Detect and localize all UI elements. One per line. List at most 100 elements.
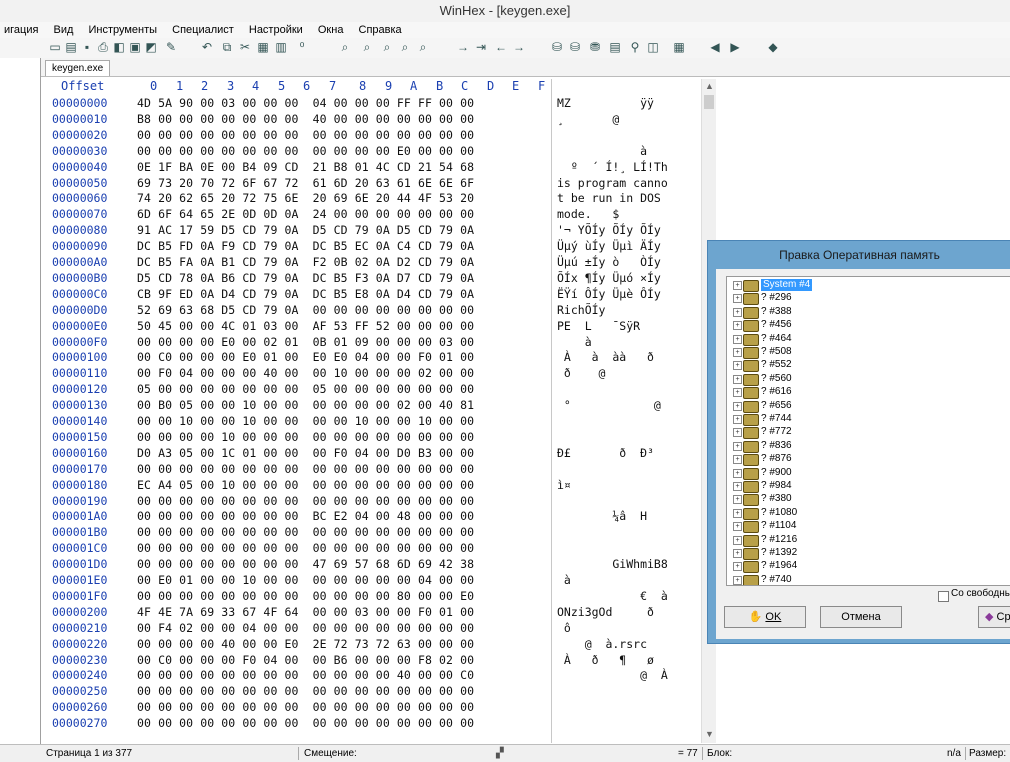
hex-row[interactable]: 00000030 00 00 00 00 00 00 00 00 00 00 00… [41,143,701,159]
open-disk-icon[interactable]: ◩ [144,40,158,54]
open-file-icon[interactable]: ▤ [64,40,78,54]
row-bytes[interactable]: 74 20 62 65 20 72 75 6E 20 69 6E 20 44 4… [137,190,474,206]
expand-icon[interactable]: + [733,455,742,465]
hex-row[interactable]: 00000050 69 73 20 70 72 6F 67 72 61 6D 20… [41,175,701,191]
row-ascii[interactable]: GiWhmiB8 [557,556,667,572]
row-ascii[interactable]: Ð£ ð Ð³ [557,445,654,461]
row-bytes[interactable]: 00 00 00 00 00 00 00 00 00 00 00 00 00 0… [137,699,474,715]
hex-row[interactable]: 000001D0 00 00 00 00 00 00 00 00 47 69 57… [41,556,701,572]
expand-icon[interactable]: + [733,321,742,331]
expand-icon[interactable]: + [733,508,742,518]
row-bytes[interactable]: 00 00 00 00 10 00 00 00 00 00 00 00 00 0… [137,429,474,445]
row-ascii[interactable]: ô [557,620,571,636]
forward-icon[interactable]: → [512,40,526,54]
hex-row[interactable]: 00000010 B8 00 00 00 00 00 00 00 40 00 00… [41,111,701,127]
row-bytes[interactable]: CB 9F ED 0A D4 CD 79 0A DC B5 E8 0A D4 C… [137,286,474,302]
replace-hex-icon[interactable]: ⌕ [398,40,412,54]
row-bytes[interactable]: D5 CD 78 0A B6 CD 79 0A DC B5 F3 0A D7 C… [137,270,474,286]
hex-row[interactable]: 00000230 00 C0 00 00 00 F0 04 00 00 B6 00… [41,652,701,668]
row-ascii[interactable]: à [557,572,571,588]
chip-icon[interactable]: ▦ [672,40,686,54]
hex-row[interactable]: 00000070 6D 6F 64 65 2E 0D 0D 0A 24 00 00… [41,206,701,222]
expand-icon[interactable]: + [733,522,742,532]
expand-icon[interactable]: + [733,361,742,371]
expand-icon[interactable]: + [733,428,742,438]
hex-row[interactable]: 00000080 91 AC 17 59 D5 CD 79 0A D5 CD 79… [41,222,701,238]
row-ascii[interactable]: is program canno [557,175,668,191]
find-hex-icon[interactable]: ⌕ [380,40,394,54]
hex-row[interactable]: 00000100 00 C0 00 00 00 E0 01 00 E0 E0 04… [41,349,701,365]
hex-row[interactable]: 00000180 EC A4 05 00 10 00 00 00 00 00 00… [41,477,701,493]
expand-icon[interactable]: + [733,294,742,304]
find-next-icon[interactable]: ⌕ [416,40,430,54]
ram-edit-icon[interactable]: ⛁ [568,40,582,54]
row-bytes[interactable]: 00 00 00 00 00 00 00 00 00 00 00 00 00 0… [137,493,474,509]
expand-icon[interactable]: + [733,348,742,357]
row-bytes[interactable]: 00 E0 01 00 00 10 00 00 00 00 00 00 00 0… [137,572,474,588]
hex-row[interactable]: 00000140 00 00 10 00 00 10 00 00 00 00 10… [41,413,701,429]
expand-icon[interactable]: + [733,307,742,317]
process-tree[interactable]: + System #4 + ? #296 + ? #388 + ? #456 + ? #464 +?… [726,276,1010,586]
menu-tools[interactable]: Инструменты [88,24,157,36]
hex-row[interactable]: 000000F0 00 00 00 00 E0 00 02 01 0B 01 09… [41,334,701,350]
row-ascii[interactable]: Üµú ±Íy ò ÒÍy [557,254,661,270]
properties-icon[interactable]: ◧ [112,40,126,54]
scroll-down-icon[interactable]: ▼ [705,729,714,739]
row-bytes[interactable]: 05 00 00 00 00 00 00 00 05 00 00 00 00 0… [137,381,474,397]
hex-row[interactable]: 00000110 00 F0 04 00 00 00 40 00 00 10 00… [41,365,701,381]
row-bytes[interactable]: 00 C0 00 00 00 F0 04 00 00 B6 00 00 00 F… [137,652,474,668]
menu-windows[interactable]: Окна [318,24,344,36]
cut-icon[interactable]: ✂ [238,40,252,54]
disk-edit-icon[interactable]: ⛁ [550,40,564,54]
hex-row[interactable]: 00000060 74 20 62 65 20 72 75 6E 20 69 6E… [41,190,701,206]
tab-keygen-exe[interactable]: keygen.exe [45,60,111,76]
row-bytes[interactable]: 0E 1F BA 0E 00 B4 09 CD 21 B8 01 4C CD 2… [137,159,474,175]
row-ascii[interactable]: à [557,334,592,350]
help-book-icon[interactable]: ◆ [766,40,780,54]
expand-icon[interactable]: + [733,374,742,384]
hex-row[interactable]: 00000000 4D 5A 90 00 03 00 00 00 04 00 00… [41,95,701,111]
edit-icon[interactable]: ✎ [164,40,178,54]
expand-icon[interactable]: + [733,535,742,545]
row-ascii[interactable]: PE L ¯SÿR [557,318,640,334]
row-ascii[interactable]: '¬ YÕÍy ÕÍy ÕÍy [557,222,661,238]
replace-text-icon[interactable]: ⌕ [360,40,374,54]
row-bytes[interactable]: 91 AC 17 59 D5 CD 79 0A D5 CD 79 0A D5 C… [137,222,474,238]
row-ascii[interactable]: ËŸí ÔÍy Üµè ÔÍy [557,286,661,302]
row-bytes[interactable]: 00 00 00 00 00 00 00 00 BC E2 04 00 48 0… [137,508,474,524]
menu-navigation[interactable]: игация [4,24,38,36]
hex-row[interactable]: 000000B0 D5 CD 78 0A B6 CD 79 0A DC B5 F3… [41,270,701,286]
row-ascii[interactable]: ONzi3gOd ð [557,604,654,620]
goto-page-icon[interactable]: ⇥ [474,40,488,54]
disk-icon[interactable]: ▣ [128,40,142,54]
menu-options[interactable]: Настройки [249,24,303,36]
row-bytes[interactable]: EC A4 05 00 10 00 00 00 00 00 00 00 00 0… [137,477,474,493]
expand-icon[interactable]: + [733,441,742,451]
hex-row[interactable]: 00000150 00 00 00 00 10 00 00 00 00 00 00… [41,429,701,445]
hex-row[interactable]: 000001F0 00 00 00 00 00 00 00 00 00 00 00… [41,588,701,604]
print-icon[interactable]: ⎙ [96,40,110,54]
row-ascii[interactable]: MZ ÿÿ [557,95,654,111]
row-bytes[interactable]: 00 00 00 00 00 00 00 00 00 00 00 00 E0 0… [137,143,474,159]
hex-row[interactable]: 000001E0 00 E0 01 00 00 10 00 00 00 00 00… [41,572,701,588]
previous-icon[interactable]: ◀ [708,40,722,54]
row-ascii[interactable]: Üµý ùÍy Üµì ÄÍy [557,238,661,254]
row-ascii[interactable]: ì¤ [557,477,571,493]
row-bytes[interactable]: 50 45 00 00 4C 01 03 00 AF 53 FF 52 00 0… [137,318,474,334]
hex-row[interactable]: 00000200 4F 4E 7A 69 33 67 4F 64 00 00 03… [41,604,701,620]
hex-row[interactable]: 000000A0 DC B5 FA 0A B1 CD 79 0A F2 0B 02… [41,254,701,270]
hex-row[interactable]: 00000120 05 00 00 00 00 00 00 00 05 00 00… [41,381,701,397]
row-bytes[interactable]: 00 00 00 00 00 00 00 00 47 69 57 68 6D 6… [137,556,474,572]
hex-view[interactable]: 00000000 4D 5A 90 00 03 00 00 00 04 00 00… [41,95,701,743]
row-ascii[interactable]: ÕÍx ¶Íy Üµó ×Íy [557,270,661,286]
row-ascii[interactable]: @ à.rsrc [557,636,647,652]
row-ascii[interactable]: € à [557,588,668,604]
expand-icon[interactable]: + [733,562,742,572]
row-ascii[interactable]: º ´ Í!¸ LÍ!Th [557,159,668,175]
next-icon[interactable]: ▶ [728,40,742,54]
copy-icon[interactable]: ⧉ [220,40,234,54]
row-ascii[interactable]: RichÕÍy [557,302,605,318]
row-ascii[interactable]: ¸ @ [557,111,619,127]
find-text-icon[interactable]: ⌕ [338,40,352,54]
row-bytes[interactable]: 4F 4E 7A 69 33 67 4F 64 00 00 03 00 00 F… [137,604,474,620]
